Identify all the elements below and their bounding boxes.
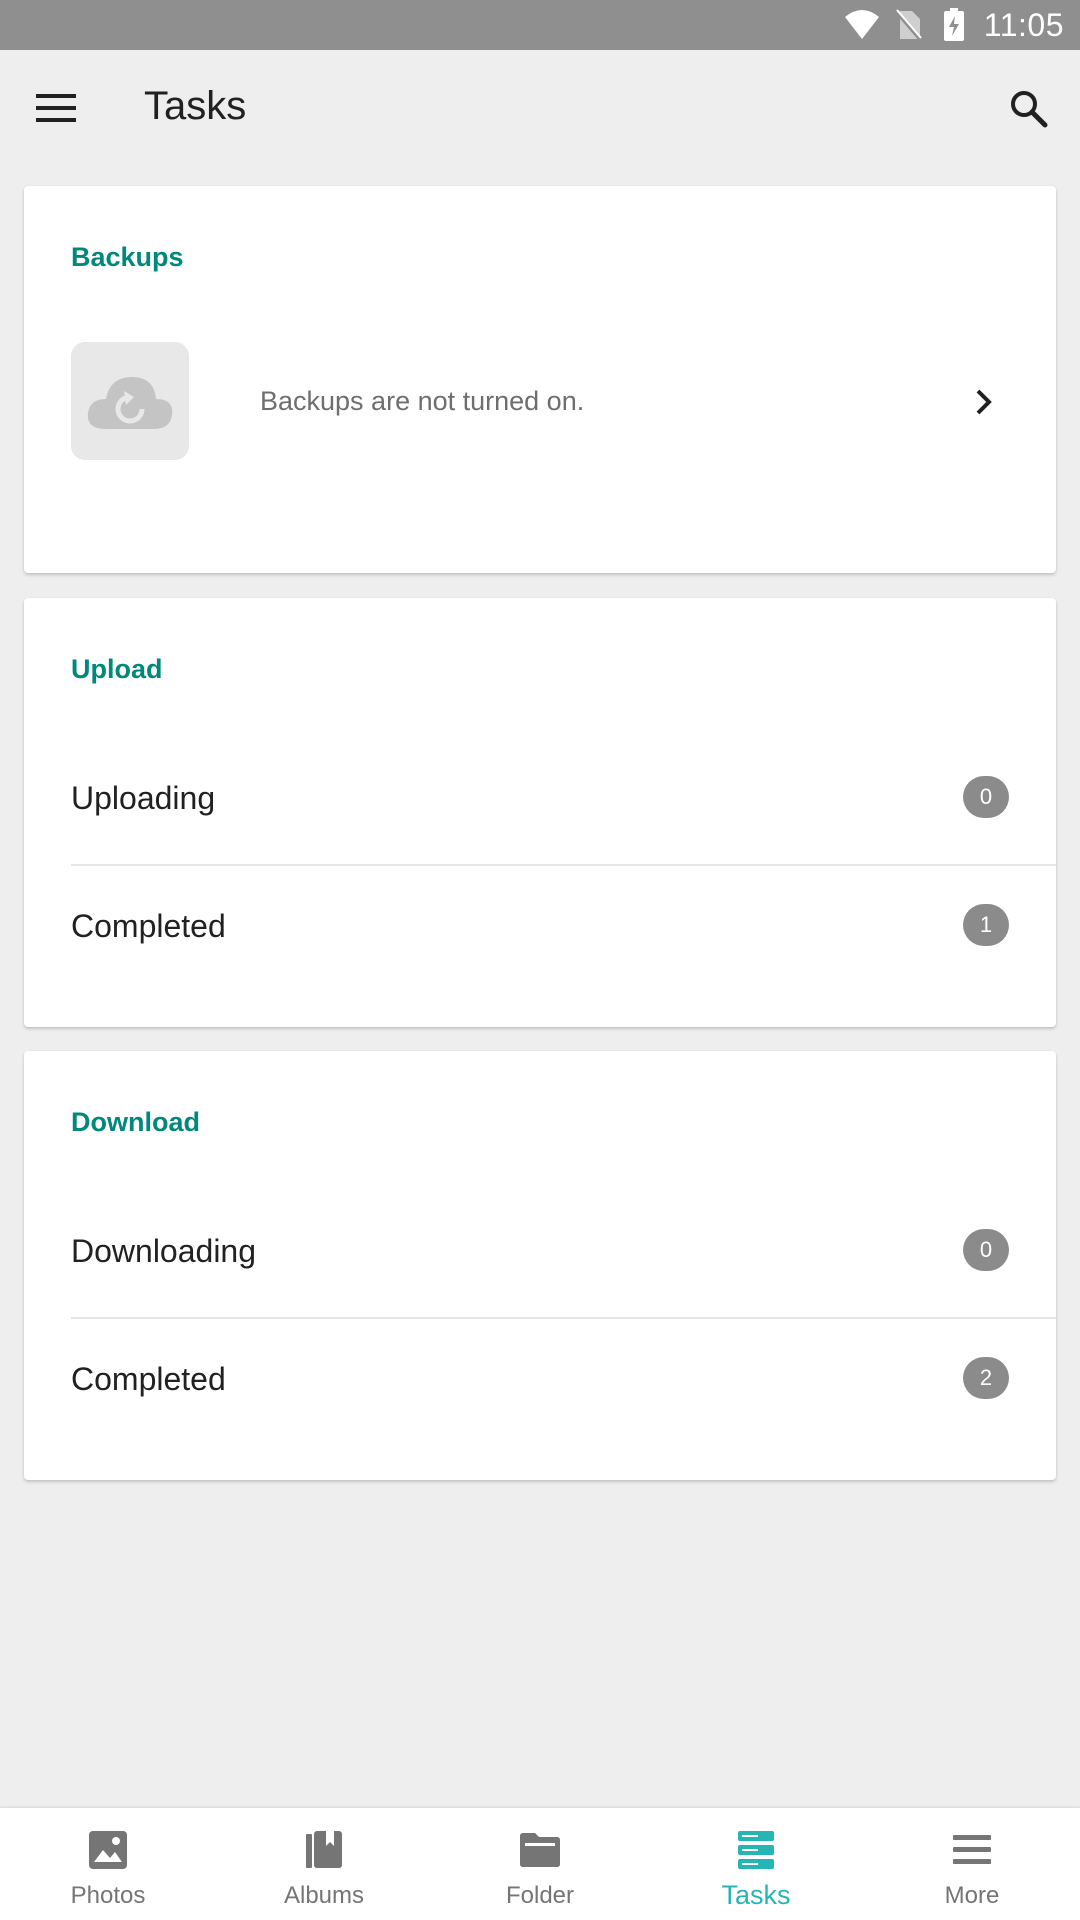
uploading-label: Uploading <box>71 780 216 816</box>
nav-item-more[interactable]: More <box>864 1808 1080 1920</box>
albums-icon <box>300 1826 348 1874</box>
hamburger-menu-icon[interactable] <box>26 78 86 138</box>
nav-item-tasks[interactable]: Tasks <box>648 1808 864 1920</box>
upload-completed-label: Completed <box>71 908 226 944</box>
app-bar: Tasks <box>0 50 1080 166</box>
backups-status-text: Backups are not turned on. <box>260 386 585 416</box>
upload-completed-row[interactable]: Completed 1 <box>24 864 1056 992</box>
nav-item-photos[interactable]: Photos <box>0 1808 216 1920</box>
status-bar: 11:05 <box>0 0 1080 50</box>
no-sim-icon <box>888 5 928 45</box>
downloading-row[interactable]: Downloading 0 <box>24 1189 1056 1317</box>
chevron-right-icon[interactable] <box>960 378 1008 426</box>
photos-icon <box>84 1826 132 1874</box>
downloading-count-badge: 0 <box>963 1229 1009 1271</box>
downloading-label: Downloading <box>71 1233 257 1269</box>
nav-label-albums: Albums <box>283 1882 365 1909</box>
battery-charging-icon <box>934 5 974 45</box>
nav-label-more: More <box>944 1882 1000 1909</box>
cloud-backup-icon <box>71 342 189 460</box>
download-completed-count-badge: 2 <box>963 1357 1009 1399</box>
uploading-count-badge: 0 <box>963 776 1009 818</box>
upload-card: Upload Uploading 0 Completed 1 <box>24 598 1056 1027</box>
nav-label-folder: Folder <box>505 1882 575 1909</box>
tasks-icon <box>732 1826 780 1874</box>
uploading-row[interactable]: Uploading 0 <box>24 736 1056 864</box>
bottom-navigation: Photos Albums Folder Tasks More <box>0 1808 1080 1920</box>
status-time: 11:05 <box>983 6 1064 43</box>
backups-section-title: Backups <box>71 242 184 272</box>
nav-label-tasks: Tasks <box>721 1880 791 1910</box>
nav-item-folder[interactable]: Folder <box>432 1808 648 1920</box>
backups-status-row[interactable]: Backups are not turned on. <box>24 342 1056 462</box>
download-completed-label: Completed <box>71 1361 226 1397</box>
download-card: Download Downloading 0 Completed 2 <box>24 1051 1056 1480</box>
folder-icon <box>516 1826 564 1874</box>
backups-card: Backups Backups are not turned on. <box>24 186 1056 573</box>
download-section-title: Download <box>71 1107 200 1137</box>
upload-section-title: Upload <box>71 654 163 684</box>
nav-label-photos: Photos <box>70 1882 146 1909</box>
wifi-icon <box>842 5 882 45</box>
more-menu-icon <box>948 1826 996 1874</box>
page-title: Tasks <box>144 84 247 128</box>
upload-completed-count-badge: 1 <box>963 904 1009 946</box>
nav-item-albums[interactable]: Albums <box>216 1808 432 1920</box>
search-icon[interactable] <box>998 78 1058 138</box>
download-completed-row[interactable]: Completed 2 <box>24 1317 1056 1445</box>
